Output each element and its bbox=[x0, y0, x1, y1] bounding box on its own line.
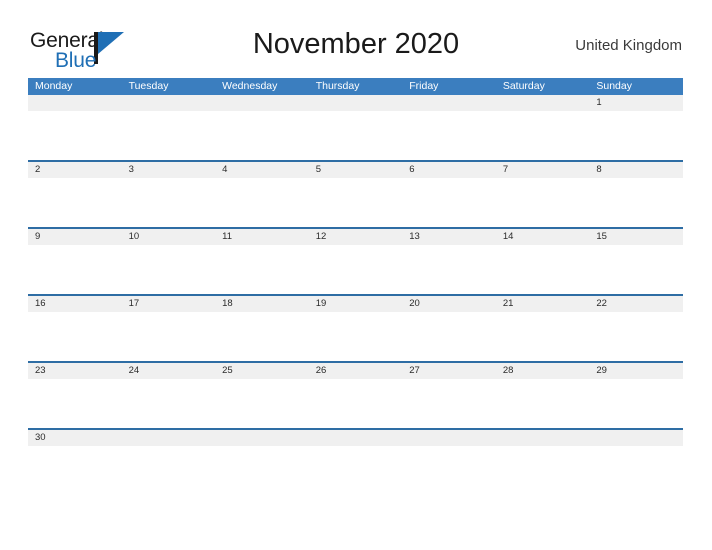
day-cell[interactable]: 13 bbox=[402, 229, 496, 245]
day-cell[interactable] bbox=[402, 95, 496, 111]
day-cell[interactable] bbox=[28, 95, 122, 111]
day-cell[interactable] bbox=[309, 430, 403, 446]
day-cell[interactable]: 7 bbox=[496, 162, 590, 178]
day-cell[interactable] bbox=[589, 430, 683, 446]
day-cell[interactable]: 19 bbox=[309, 296, 403, 312]
week-row: 23 24 25 26 27 28 29 bbox=[28, 361, 683, 428]
weekday-header-friday: Friday bbox=[409, 80, 439, 92]
day-cell[interactable]: 9 bbox=[28, 229, 122, 245]
weekday-header-saturday: Saturday bbox=[502, 80, 545, 92]
weekday-header-tuesday: Tuesday bbox=[128, 80, 169, 92]
day-cell[interactable]: 3 bbox=[122, 162, 216, 178]
day-cell[interactable]: 1 bbox=[589, 95, 683, 111]
day-cell[interactable]: 17 bbox=[122, 296, 216, 312]
day-cell[interactable] bbox=[215, 430, 309, 446]
week-date-band: 16 17 18 19 20 21 22 bbox=[28, 296, 683, 312]
week-date-band: 30 bbox=[28, 430, 683, 446]
weekday-header-monday: Monday bbox=[35, 80, 73, 92]
week-row: 30 bbox=[28, 428, 683, 464]
day-cell[interactable]: 23 bbox=[28, 363, 122, 379]
weekday-header-wednesday: Wednesday bbox=[222, 80, 278, 92]
day-cell[interactable]: 25 bbox=[215, 363, 309, 379]
day-cell[interactable] bbox=[496, 430, 590, 446]
day-cell[interactable]: 4 bbox=[215, 162, 309, 178]
day-cell[interactable] bbox=[402, 430, 496, 446]
weekday-header-row: Monday Tuesday Wednesday Thursday Friday… bbox=[28, 78, 683, 95]
day-cell[interactable]: 22 bbox=[589, 296, 683, 312]
day-cell[interactable] bbox=[309, 95, 403, 111]
day-cell[interactable]: 28 bbox=[496, 363, 590, 379]
week-date-band: 23 24 25 26 27 28 29 bbox=[28, 363, 683, 379]
week-note-area[interactable] bbox=[28, 178, 683, 227]
day-cell[interactable]: 24 bbox=[122, 363, 216, 379]
weekday-header-sunday: Sunday bbox=[596, 80, 632, 92]
day-cell[interactable]: 15 bbox=[589, 229, 683, 245]
day-cell[interactable] bbox=[496, 95, 590, 111]
day-cell[interactable]: 29 bbox=[589, 363, 683, 379]
calendar-page: General Blue November 2020 United Kingdo… bbox=[0, 0, 712, 550]
calendar-grid: Monday Tuesday Wednesday Thursday Friday… bbox=[28, 78, 683, 464]
week-row: 16 17 18 19 20 21 22 bbox=[28, 294, 683, 361]
day-cell[interactable]: 26 bbox=[309, 363, 403, 379]
day-cell[interactable]: 30 bbox=[28, 430, 122, 446]
week-row: 9 10 11 12 13 14 15 bbox=[28, 227, 683, 294]
day-cell[interactable]: 2 bbox=[28, 162, 122, 178]
week-note-area[interactable] bbox=[28, 446, 683, 464]
day-cell[interactable] bbox=[122, 95, 216, 111]
week-row: 1 bbox=[28, 95, 683, 160]
day-cell[interactable]: 21 bbox=[496, 296, 590, 312]
week-note-area[interactable] bbox=[28, 379, 683, 428]
week-note-area[interactable] bbox=[28, 111, 683, 160]
day-cell[interactable]: 18 bbox=[215, 296, 309, 312]
day-cell[interactable]: 10 bbox=[122, 229, 216, 245]
day-cell[interactable]: 16 bbox=[28, 296, 122, 312]
day-cell[interactable]: 20 bbox=[402, 296, 496, 312]
day-cell[interactable]: 11 bbox=[215, 229, 309, 245]
week-note-area[interactable] bbox=[28, 245, 683, 294]
country-label: United Kingdom bbox=[575, 37, 682, 54]
day-cell[interactable] bbox=[215, 95, 309, 111]
day-cell[interactable]: 27 bbox=[402, 363, 496, 379]
week-date-band: 1 bbox=[28, 95, 683, 111]
week-date-band: 2 3 4 5 6 7 8 bbox=[28, 162, 683, 178]
day-cell[interactable]: 5 bbox=[309, 162, 403, 178]
day-cell[interactable]: 12 bbox=[309, 229, 403, 245]
day-cell[interactable]: 6 bbox=[402, 162, 496, 178]
page-header: General Blue November 2020 United Kingdo… bbox=[0, 22, 712, 76]
weekday-header-thursday: Thursday bbox=[315, 80, 360, 92]
week-row: 2 3 4 5 6 7 8 bbox=[28, 160, 683, 227]
day-cell[interactable]: 14 bbox=[496, 229, 590, 245]
day-cell[interactable] bbox=[122, 430, 216, 446]
day-cell[interactable]: 8 bbox=[589, 162, 683, 178]
week-note-area[interactable] bbox=[28, 312, 683, 361]
week-date-band: 9 10 11 12 13 14 15 bbox=[28, 229, 683, 245]
